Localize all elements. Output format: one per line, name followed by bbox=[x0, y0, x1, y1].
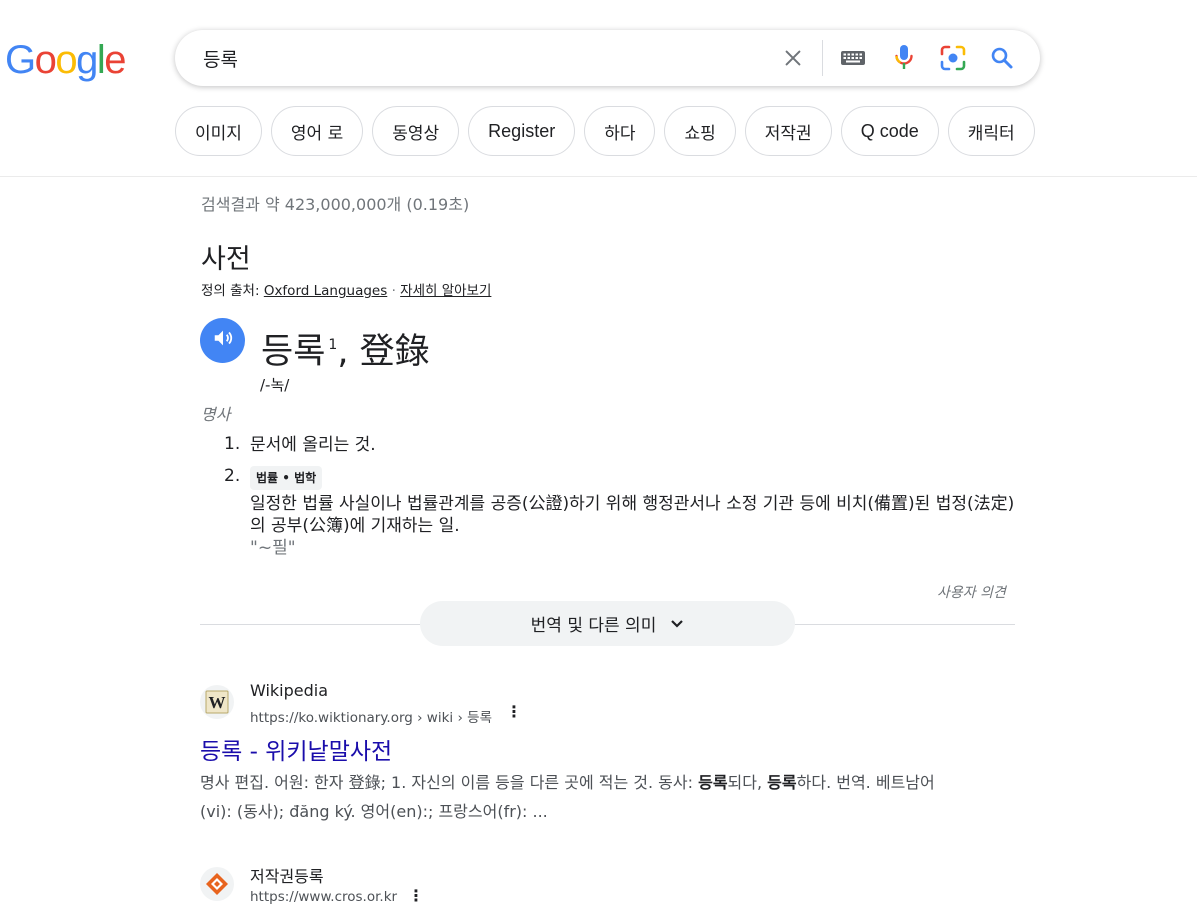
headword-hanja: , 登錄 bbox=[337, 332, 430, 372]
chip-qcode[interactable]: Q code bbox=[840, 106, 939, 156]
part-of-speech: 명사 bbox=[201, 405, 231, 424]
snippet-text: 되다, bbox=[727, 773, 768, 792]
logo-letter: o bbox=[55, 38, 77, 82]
search-icon[interactable] bbox=[986, 42, 1018, 74]
chip-character[interactable]: 캐릭터 bbox=[947, 106, 1035, 156]
headword-text: 등록 bbox=[261, 332, 326, 372]
source-separator: · bbox=[387, 283, 401, 299]
snippet-highlight: 등록 bbox=[698, 773, 728, 792]
result-url[interactable]: https://ko.wiktionary.org › wiki › 등록 bbox=[250, 706, 492, 726]
logo-letter: l bbox=[96, 38, 106, 82]
definition-text: 일정한 법률 사실이나 법률관계를 공증(公證)하기 위해 행정관서나 소정 기… bbox=[250, 494, 1015, 536]
chip-english[interactable]: 영어 로 bbox=[270, 106, 364, 156]
definition-number: 1. bbox=[224, 434, 241, 454]
speaker-icon bbox=[212, 327, 234, 354]
keyboard-icon[interactable] bbox=[837, 42, 869, 74]
chip-images[interactable]: 이미지 bbox=[175, 106, 262, 156]
logo-letter: G bbox=[5, 38, 36, 82]
snippet-text: 명사 편집. 어원: 한자 登錄; 1. 자신의 이름 등을 다른 곳에 적는 … bbox=[200, 773, 699, 792]
result-snippet: 명사 편집. 어원: 한자 登錄; 1. 자신의 이름 등을 다른 곳에 적는 … bbox=[200, 768, 950, 826]
search-input[interactable]: 등록 bbox=[203, 45, 238, 72]
search-divider bbox=[822, 40, 823, 76]
chip-videos[interactable]: 동영상 bbox=[372, 106, 460, 156]
svg-text:W: W bbox=[209, 693, 226, 712]
lens-icon[interactable] bbox=[937, 42, 969, 74]
dictionary-title: 사전 bbox=[201, 244, 251, 275]
chip-shopping[interactable]: 쇼핑 bbox=[664, 106, 736, 156]
search-chips: 이미지 영어 로 동영상 Register 하다 쇼핑 저작권 Q code 캐… bbox=[175, 106, 1035, 156]
more-options-icon[interactable]: ⋮ bbox=[506, 702, 522, 721]
dictionary-source: 정의 출처: Oxford Languages · 자세히 알아보기 bbox=[201, 279, 491, 299]
domain-tag: 법률 • 법학 bbox=[250, 466, 323, 490]
oxford-link[interactable]: Oxford Languages bbox=[264, 283, 387, 299]
more-options-icon[interactable]: ⋮ bbox=[408, 886, 424, 905]
snippet-highlight: 등록 bbox=[767, 773, 797, 792]
result-url[interactable]: https://www.cros.or.kr bbox=[250, 889, 397, 905]
definition-item: 2. 법률 • 법학 일정한 법률 사실이나 법률관계를 공증(公證)하기 위해… bbox=[224, 466, 1024, 559]
google-logo[interactable]: Google bbox=[5, 38, 126, 83]
definition-example: "~필" bbox=[250, 538, 296, 558]
definition-text: 문서에 올리는 것. bbox=[250, 435, 376, 455]
more-meanings-button[interactable]: 번역 및 다른 의미 bbox=[420, 601, 795, 646]
result-stats: 검색결과 약 423,000,000개 (0.19초) bbox=[201, 195, 470, 214]
logo-letter: g bbox=[76, 38, 98, 82]
definition-number: 2. bbox=[224, 466, 241, 486]
more-meanings-label: 번역 및 다른 의미 bbox=[530, 616, 657, 636]
close-icon[interactable] bbox=[777, 42, 809, 74]
search-box[interactable]: 등록 bbox=[175, 30, 1040, 86]
phonetic: /-녹/ bbox=[260, 376, 290, 394]
chevron-down-icon bbox=[670, 614, 684, 634]
definition-item: 1. 문서에 올리는 것. bbox=[224, 434, 1024, 456]
headword-superscript: 1 bbox=[328, 337, 338, 353]
result-title-link[interactable]: 등록 - 위키낱말사전 bbox=[200, 732, 392, 766]
definition-body: 법률 • 법학 일정한 법률 사실이나 법률관계를 공증(公證)하기 위해 행정… bbox=[250, 466, 1020, 559]
logo-letter: e bbox=[104, 38, 126, 82]
source-prefix: 정의 출처: bbox=[201, 283, 264, 299]
chip-register[interactable]: Register bbox=[468, 106, 576, 156]
headword: 등록 1, 登錄 bbox=[261, 323, 430, 374]
logo-letter: o bbox=[34, 38, 57, 82]
feedback-link[interactable]: 사용자 의견 bbox=[937, 582, 1006, 602]
header-divider bbox=[0, 176, 1197, 177]
learn-more-link[interactable]: 자세히 알아보기 bbox=[400, 283, 491, 299]
definitions-list: 1. 문서에 올리는 것. 2. 법률 • 법학 일정한 법률 사실이나 법률관… bbox=[224, 434, 1024, 569]
wikipedia-favicon: W bbox=[200, 685, 234, 719]
chip-copyright[interactable]: 저작권 bbox=[744, 106, 832, 156]
result-site-name: Wikipedia bbox=[250, 681, 329, 700]
chip-hada[interactable]: 하다 bbox=[584, 106, 656, 156]
speaker-button[interactable] bbox=[200, 318, 245, 363]
result-site-name: 저작권등록 bbox=[250, 867, 324, 886]
mic-icon[interactable] bbox=[888, 42, 920, 74]
cros-favicon bbox=[200, 867, 234, 901]
